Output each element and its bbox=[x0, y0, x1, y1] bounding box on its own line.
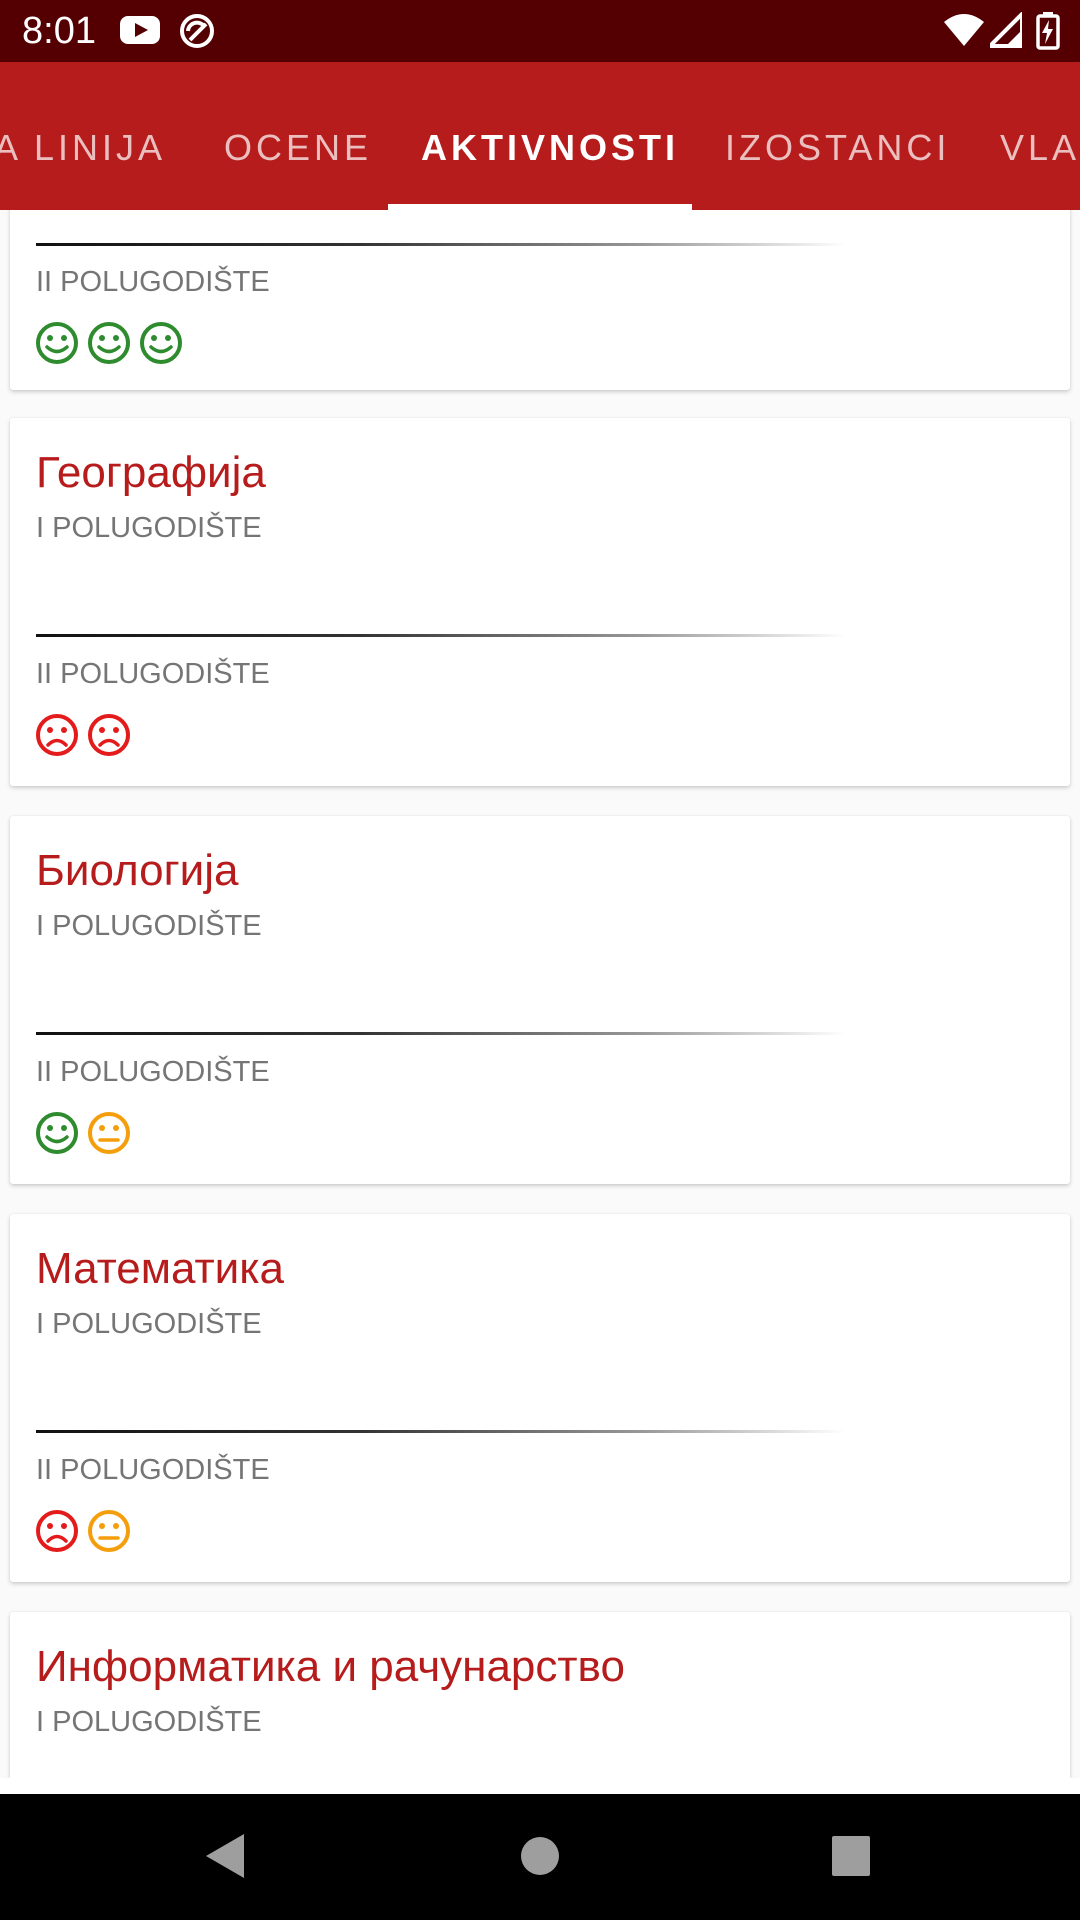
subject-card[interactable]: Географија I POLUGODIŠTE II POLUGODIŠTE bbox=[10, 418, 1070, 786]
sad-face-icon bbox=[36, 714, 78, 756]
back-icon[interactable] bbox=[204, 1832, 246, 1885]
subject-card[interactable]: Биологија I POLUGODIŠTE II POLUGODIŠTE bbox=[10, 816, 1070, 1184]
activity-ratings bbox=[34, 1110, 132, 1156]
tab-vla[interactable]: VLA bbox=[1000, 62, 1080, 210]
period-label: I POLUGODIŠTE bbox=[36, 910, 262, 942]
neutral-face-icon bbox=[88, 1510, 130, 1552]
happy-face-icon bbox=[36, 1112, 78, 1154]
period-divider bbox=[36, 634, 846, 637]
happy-face-icon bbox=[140, 322, 182, 364]
activity-ratings bbox=[34, 320, 184, 366]
period-label: II POLUGODIŠTE bbox=[36, 658, 270, 690]
happy-face-icon bbox=[36, 322, 78, 364]
battery-charging-icon bbox=[1036, 12, 1060, 55]
period-divider bbox=[36, 1430, 846, 1433]
tab-izostanci[interactable]: IZOSTANCI bbox=[725, 62, 950, 210]
tab-bar: A LINIJA OCENE AKTIVNOSTI IZOSTANCI VLA bbox=[0, 62, 1080, 210]
home-icon[interactable] bbox=[520, 1832, 560, 1885]
subject-card: II POLUGODIŠTE bbox=[10, 210, 1070, 390]
status-bar: 8:01 bbox=[0, 0, 1080, 62]
activities-list[interactable]: II POLUGODIŠTE Географија I POLUGODIŠTE … bbox=[0, 210, 1080, 1778]
period-label: II POLUGODIŠTE bbox=[36, 266, 270, 298]
subject-card[interactable]: Информатика и рачунарство I POLUGODIŠTE bbox=[10, 1612, 1070, 1778]
subject-title: Географија bbox=[36, 448, 266, 497]
navigation-bar bbox=[0, 1794, 1080, 1920]
subject-title: Биологија bbox=[36, 846, 239, 895]
status-time: 8:01 bbox=[22, 10, 96, 52]
tab-aktivnosti[interactable]: AKTIVNOSTI bbox=[421, 62, 679, 210]
happy-face-icon bbox=[88, 322, 130, 364]
sad-face-icon bbox=[88, 714, 130, 756]
period-label: II POLUGODIŠTE bbox=[36, 1454, 270, 1486]
tab-a-linija[interactable]: A LINIJA bbox=[0, 62, 166, 210]
period-divider bbox=[36, 243, 846, 246]
subject-card[interactable]: Математика I POLUGODIŠTE II POLUGODIŠTE bbox=[10, 1214, 1070, 1582]
subject-title: Информатика и рачунарство bbox=[36, 1642, 625, 1691]
period-divider bbox=[36, 1032, 846, 1035]
activity-ratings bbox=[34, 712, 132, 758]
period-label: I POLUGODIŠTE bbox=[36, 1308, 262, 1340]
cell-signal-icon bbox=[985, 9, 1024, 53]
youtube-icon bbox=[120, 12, 160, 53]
sad-face-icon bbox=[36, 1510, 78, 1552]
subject-title: Математика bbox=[36, 1244, 284, 1293]
activity-ratings bbox=[34, 1508, 132, 1554]
wifi-icon bbox=[944, 12, 984, 53]
sync-icon bbox=[178, 12, 216, 55]
period-label: I POLUGODIŠTE bbox=[36, 512, 262, 544]
neutral-face-icon bbox=[88, 1112, 130, 1154]
recents-icon[interactable] bbox=[830, 1832, 872, 1885]
period-label: II POLUGODIŠTE bbox=[36, 1056, 270, 1088]
period-label: I POLUGODIŠTE bbox=[36, 1706, 262, 1738]
tab-ocene[interactable]: OCENE bbox=[224, 62, 372, 210]
